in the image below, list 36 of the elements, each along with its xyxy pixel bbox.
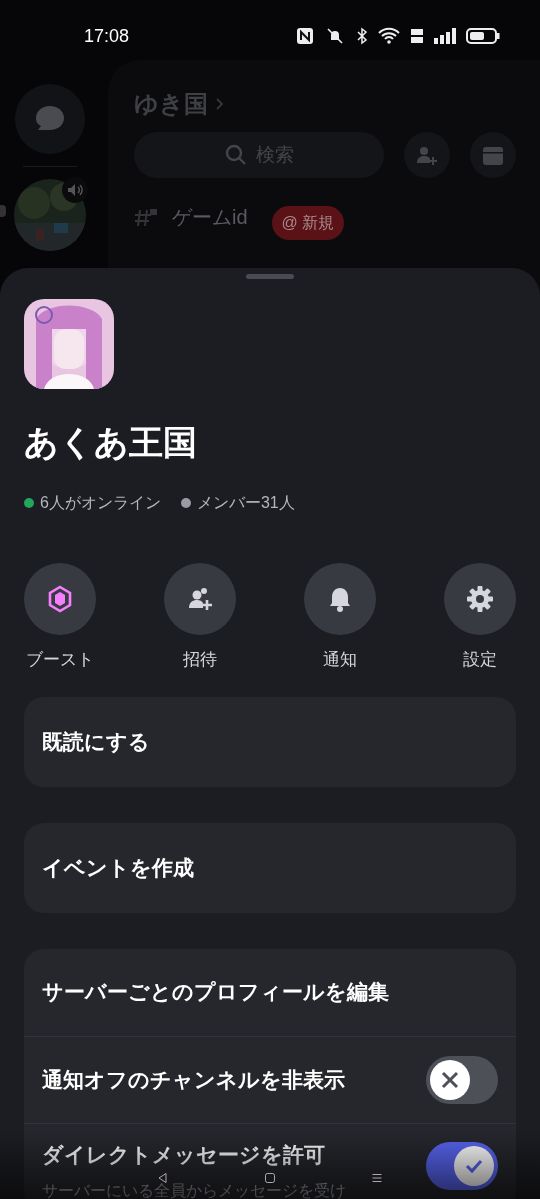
menu-card-button[interactable]: 既読にする: [24, 696, 516, 787]
bluetooth-icon: [356, 27, 368, 45]
add-person-icon: [186, 585, 214, 613]
toggle-switch[interactable]: [426, 1141, 498, 1190]
status-time: 17:08: [84, 24, 130, 48]
gem-icon: [46, 585, 74, 613]
wifi-icon: [378, 27, 400, 45]
nfc-icon: [296, 27, 314, 45]
mention-badge: @ 新規: [271, 206, 345, 240]
back-icon[interactable]: [157, 1172, 170, 1184]
home-icon[interactable]: [264, 1172, 276, 1184]
menu-card-button[interactable]: イベントを作成: [24, 822, 516, 913]
setting-label: 通知オフのチャンネルを非表示: [42, 1066, 345, 1093]
channel-name[interactable]: ゲームid: [172, 202, 248, 232]
action-label: ブースト: [26, 649, 94, 671]
setting-label: ダイレクトメッセージを許可: [42, 1143, 325, 1165]
menu-icon[interactable]: [370, 1172, 383, 1184]
close-icon: [441, 1070, 459, 1089]
server-title: あくあ王国: [24, 425, 198, 459]
drag-handle[interactable]: [246, 274, 294, 279]
locked-channel-icon: [134, 206, 158, 228]
action-label: 招待: [183, 649, 217, 671]
toggle-switch[interactable]: [426, 1055, 498, 1104]
battery-icon: [466, 27, 500, 45]
action-label: 設定: [463, 649, 497, 671]
calendar-icon: [482, 144, 504, 166]
speaker-icon: [67, 183, 83, 197]
signal-icon: [434, 28, 456, 44]
settings-icon: [466, 585, 494, 613]
unread-indicator: [0, 205, 6, 217]
stat-text: メンバー31人: [196, 493, 295, 513]
chevron-icon: [216, 98, 224, 110]
stat-text: 6人がオンライン: [40, 493, 161, 513]
setting-label: サーバーごとのプロフィールを編集: [42, 979, 389, 1006]
action-label: 通知: [323, 649, 357, 671]
search-icon: [224, 143, 248, 167]
